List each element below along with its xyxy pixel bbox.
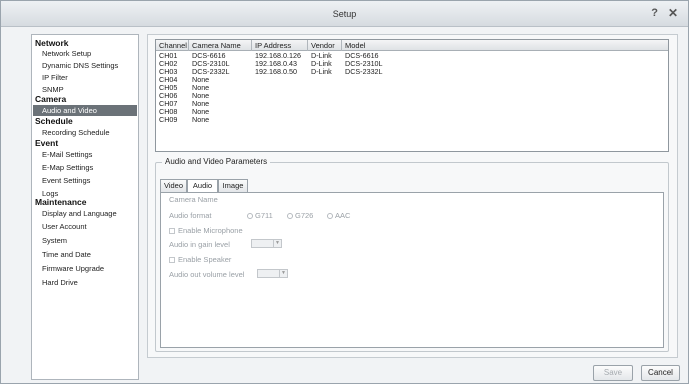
enable-speaker-label: Enable Speaker <box>178 255 232 264</box>
sidebar-item-ip-filter[interactable]: IP Filter <box>42 72 68 83</box>
setup-window: Setup ? ✕ Network Network Setup Dynamic … <box>0 0 689 384</box>
sidebar-item-dynamic-dns[interactable]: Dynamic DNS Settings <box>42 60 118 71</box>
help-icon[interactable]: ? <box>651 7 658 19</box>
radio-aac-label: AAC <box>335 211 351 220</box>
sidebar-category-schedule: Schedule <box>35 116 73 126</box>
radio-g711-label: G711 <box>255 211 273 220</box>
sidebar-item-event-settings[interactable]: Event Settings <box>42 175 90 186</box>
checkbox-box <box>169 228 175 234</box>
enable-speaker-checkbox[interactable]: Enable Speaker <box>169 255 231 264</box>
sidebar-item-email-settings[interactable]: E-Mail Settings <box>42 149 92 160</box>
audio-tab-panel: Camera Name Audio format G711 G726 AAC E… <box>160 192 664 348</box>
sidebar-item-time-date[interactable]: Time and Date <box>42 249 91 260</box>
enable-microphone-checkbox[interactable]: Enable Microphone <box>169 226 243 235</box>
cell-vendor: D-Link <box>311 67 332 76</box>
table-row[interactable]: CH03 DCS-2332L 192.168.0.50 D-Link DCS-2… <box>156 68 668 76</box>
sidebar-item-recording-schedule[interactable]: Recording Schedule <box>42 127 110 138</box>
table-row[interactable]: CH06 None <box>156 92 668 100</box>
sidebar-category-camera: Camera <box>35 94 67 104</box>
sidebar-item-system[interactable]: System <box>42 235 67 246</box>
table-row[interactable]: CH05 None <box>156 84 668 92</box>
settings-content: Channel Camera Name IP Address Vendor Mo… <box>147 34 678 358</box>
sidebar-category-event: Event <box>35 138 59 148</box>
column-header-vendor[interactable]: Vendor <box>308 40 342 51</box>
sidebar-item-display-language[interactable]: Display and Language <box>42 208 117 219</box>
radio-circle <box>327 213 333 219</box>
cell-camera-name: None <box>192 115 210 124</box>
radio-circle <box>247 213 253 219</box>
audio-out-volume-select[interactable]: ▼ <box>257 269 288 278</box>
sidebar-item-user-account[interactable]: User Account <box>42 221 87 232</box>
camera-name-label: Camera Name <box>169 195 218 204</box>
save-button[interactable]: Save <box>593 365 633 381</box>
audio-in-gain-select[interactable]: ▼ <box>251 239 282 248</box>
audio-format-label: Audio format <box>169 211 212 220</box>
radio-g726-label: G726 <box>295 211 314 220</box>
audio-out-volume-label: Audio out volume level <box>169 270 245 279</box>
sidebar-category-maintenance: Maintenance <box>35 197 87 207</box>
table-row[interactable]: CH02 DCS-2310L 192.168.0.43 D-Link DCS-2… <box>156 60 668 68</box>
column-header-camera-name[interactable]: Camera Name <box>189 40 252 51</box>
cell-ip-address: 192.168.0.50 <box>255 67 297 76</box>
radio-circle <box>287 213 293 219</box>
table-row[interactable]: CH01 DCS-6616 192.168.0.126 D-Link DCS-6… <box>156 52 668 60</box>
window-title: Setup <box>332 9 357 19</box>
tab-audio[interactable]: Audio <box>187 179 218 193</box>
cell-model: DCS-2332L <box>345 67 383 76</box>
checkbox-box <box>169 257 175 263</box>
radio-aac[interactable]: AAC <box>327 211 350 220</box>
sidebar-item-firmware-upgrade[interactable]: Firmware Upgrade <box>42 263 104 274</box>
audio-video-parameters-group: Audio and Video Parameters Video Audio I… <box>155 157 669 352</box>
channel-table: Channel Camera Name IP Address Vendor Mo… <box>155 39 669 152</box>
chevron-down-icon: ▼ <box>273 240 281 247</box>
column-header-ip-address[interactable]: IP Address <box>252 40 308 51</box>
enable-microphone-label: Enable Microphone <box>178 226 243 235</box>
cancel-button[interactable]: Cancel <box>641 365 680 381</box>
radio-g726[interactable]: G726 <box>287 211 313 220</box>
channel-table-header: Channel Camera Name IP Address Vendor Mo… <box>156 40 668 51</box>
sidebar-item-emap-settings[interactable]: E-Map Settings <box>42 162 93 173</box>
table-row[interactable]: CH07 None <box>156 100 668 108</box>
tab-video[interactable]: Video <box>160 179 187 192</box>
sidebar-item-hard-drive[interactable]: Hard Drive <box>42 277 78 288</box>
radio-g711[interactable]: G711 <box>247 211 273 220</box>
chevron-down-icon: ▼ <box>279 270 287 277</box>
group-legend: Audio and Video Parameters <box>162 157 271 166</box>
table-row[interactable]: CH09 None <box>156 116 668 124</box>
audio-in-gain-label: Audio in gain level <box>169 240 230 249</box>
column-header-model[interactable]: Model <box>342 40 668 51</box>
cell-channel: CH09 <box>159 115 178 124</box>
table-row[interactable]: CH04 None <box>156 76 668 84</box>
column-header-channel[interactable]: Channel <box>156 40 189 51</box>
close-icon[interactable]: ✕ <box>668 6 678 20</box>
tab-image[interactable]: Image <box>218 179 248 192</box>
table-row[interactable]: CH08 None <box>156 108 668 116</box>
sidebar-item-network-setup[interactable]: Network Setup <box>42 48 91 59</box>
settings-sidebar: Network Network Setup Dynamic DNS Settin… <box>31 34 139 380</box>
title-bar: Setup ? ✕ <box>1 1 688 27</box>
sidebar-item-audio-and-video[interactable]: Audio and Video <box>33 105 137 116</box>
